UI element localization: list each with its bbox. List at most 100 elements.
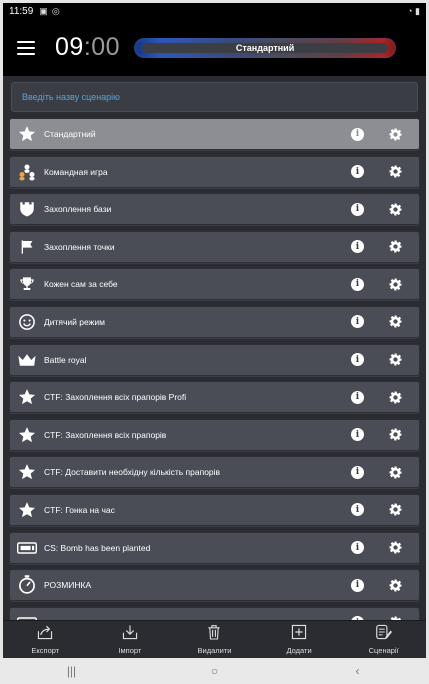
scenario-row[interactable]: РОЗМИНКА i <box>9 569 420 602</box>
gear-icon[interactable] <box>388 127 403 142</box>
gear-icon[interactable] <box>388 277 403 292</box>
gear-icon[interactable] <box>388 427 403 442</box>
scenario-label: CS: Bomb has been planted <box>44 542 151 553</box>
star-icon <box>16 386 38 408</box>
import-icon <box>121 624 139 645</box>
add-icon <box>291 624 307 645</box>
smiley-icon <box>16 311 38 333</box>
search-input[interactable]: Введіть назву сценарію <box>11 82 418 112</box>
app-header: 09:00 Стандартний <box>3 19 426 76</box>
trash-icon <box>207 624 221 645</box>
gear-icon[interactable] <box>388 465 403 480</box>
info-icon[interactable]: i <box>351 390 364 404</box>
star-icon <box>16 499 38 521</box>
toolbar-button-label: Додати <box>286 646 312 655</box>
toolbar-button-5[interactable]: Сценарії <box>349 624 419 655</box>
scenario-row[interactable]: CTF: Захоплення всіх прапорів Profi i <box>9 381 420 414</box>
gear-icon[interactable] <box>388 202 403 217</box>
bomb-icon <box>16 612 38 620</box>
status-icons: ▣ ◎ <box>39 6 59 17</box>
toolbar-button-2[interactable]: Імпорт <box>95 624 165 655</box>
scenario-row[interactable]: Стандартний i <box>9 118 420 150</box>
scenarios-icon <box>375 624 393 645</box>
gear-icon[interactable] <box>388 578 403 593</box>
scenario-row[interactable]: CTF: Гонка на час i <box>9 493 420 526</box>
scenario-row[interactable]: CS:Detonatori <box>9 606 420 620</box>
bottom-toolbar: Експорт Імпорт Видалити Додати Сценарії <box>3 620 426 658</box>
gallery-icon: ▣ <box>39 5 48 16</box>
toolbar-button-label: Сценарії <box>368 646 399 655</box>
toolbar-button-label: Імпорт <box>118 646 142 655</box>
info-icon[interactable]: i <box>351 165 364 179</box>
status-time: 11:59 <box>9 5 34 17</box>
scenario-row[interactable]: CTF: Захоплення всіх прапорів i <box>9 418 420 451</box>
scenario-row[interactable]: Захоплення точки i <box>9 230 420 263</box>
search-placeholder: Введіть назву сценарію <box>22 92 120 102</box>
gear-icon[interactable] <box>388 502 403 517</box>
info-icon[interactable]: i <box>351 465 364 479</box>
star-icon <box>16 424 38 446</box>
scenario-label: Кожен сам за себе <box>44 279 118 290</box>
scenario-row[interactable]: Кожен сам за себе i <box>9 268 420 301</box>
scenario-row[interactable]: Дитячий режим i <box>9 305 420 338</box>
menu-icon[interactable] <box>17 40 35 55</box>
scenario-row[interactable]: CS: Bomb has been planted i <box>9 531 420 564</box>
gear-icon[interactable] <box>388 164 403 179</box>
toolbar-button-1[interactable]: Експорт <box>10 624 80 655</box>
info-icon[interactable]: i <box>351 202 364 216</box>
scenario-list[interactable]: Стандартний i Командная игра i Захоплення ба… <box>3 118 426 620</box>
search-bar: Введіть назву сценарію <box>3 76 426 118</box>
timer-minutes: 09 <box>55 33 84 61</box>
recents-button[interactable]: ||| <box>42 664 102 678</box>
bomb-icon <box>16 537 38 559</box>
info-icon[interactable]: i <box>351 127 364 141</box>
current-mode-label: Стандартний <box>235 42 295 53</box>
scenario-row[interactable]: Battle royal i <box>9 343 420 376</box>
export-icon <box>36 624 54 645</box>
back-button[interactable]: ‹ <box>328 664 388 678</box>
scenario-label: CTF: Захоплення всіх прапорів Profi <box>44 392 187 403</box>
wifi-icon: ◔ ▮ <box>407 5 420 16</box>
gear-icon[interactable] <box>388 390 403 405</box>
scenario-row[interactable]: Захоплення бази i <box>9 193 420 226</box>
info-icon[interactable]: i <box>351 240 364 254</box>
scenario-label: Захоплення бази <box>44 204 112 215</box>
timer-seconds: 00 <box>91 33 121 61</box>
scenario-label: Battle royal <box>44 354 87 365</box>
stopwatch-icon <box>16 574 38 596</box>
game-timer: 09:00 <box>55 33 120 62</box>
gear-icon[interactable] <box>388 352 403 367</box>
flag-icon <box>16 236 38 258</box>
info-icon[interactable]: i <box>351 578 364 592</box>
info-icon[interactable]: i <box>351 428 364 442</box>
info-icon[interactable]: i <box>351 541 364 555</box>
star-icon <box>16 461 38 483</box>
scenario-row[interactable]: Командная игра i <box>9 155 420 188</box>
scenario-label: Стандартний <box>44 129 96 139</box>
gear-icon[interactable] <box>388 540 403 555</box>
crown-icon <box>16 349 38 371</box>
gear-icon[interactable] <box>388 239 403 254</box>
system-nav-bar: ||| ○ ‹ <box>0 658 429 684</box>
toolbar-button-4[interactable]: Додати <box>264 624 334 655</box>
home-button[interactable]: ○ <box>185 664 245 678</box>
star-icon <box>16 123 38 145</box>
team-icon <box>16 161 38 183</box>
info-icon[interactable]: i <box>351 353 364 367</box>
toolbar-button-label: Експорт <box>31 646 60 655</box>
scenario-label: Командная игра <box>44 166 108 177</box>
info-icon[interactable]: i <box>351 503 364 517</box>
info-icon[interactable]: i <box>351 277 364 291</box>
gear-icon[interactable] <box>388 314 403 329</box>
trophy-icon <box>16 273 38 295</box>
info-icon[interactable]: i <box>351 315 364 329</box>
scenario-label: CTF: Гонка на час <box>44 504 115 515</box>
base-icon <box>16 198 38 220</box>
scenario-label: CTF: Доставити необхідну кількість прапо… <box>44 467 221 478</box>
toolbar-button-3[interactable]: Видалити <box>179 624 249 655</box>
scenario-row[interactable]: CTF: Доставити необхідну кількість прапо… <box>9 456 420 489</box>
current-mode-badge[interactable]: Стандартний <box>134 37 397 58</box>
toolbar-button-label: Видалити <box>197 646 232 655</box>
notification-icon: ◎ <box>51 5 60 16</box>
scenario-label: Дитячий режим <box>44 316 105 327</box>
